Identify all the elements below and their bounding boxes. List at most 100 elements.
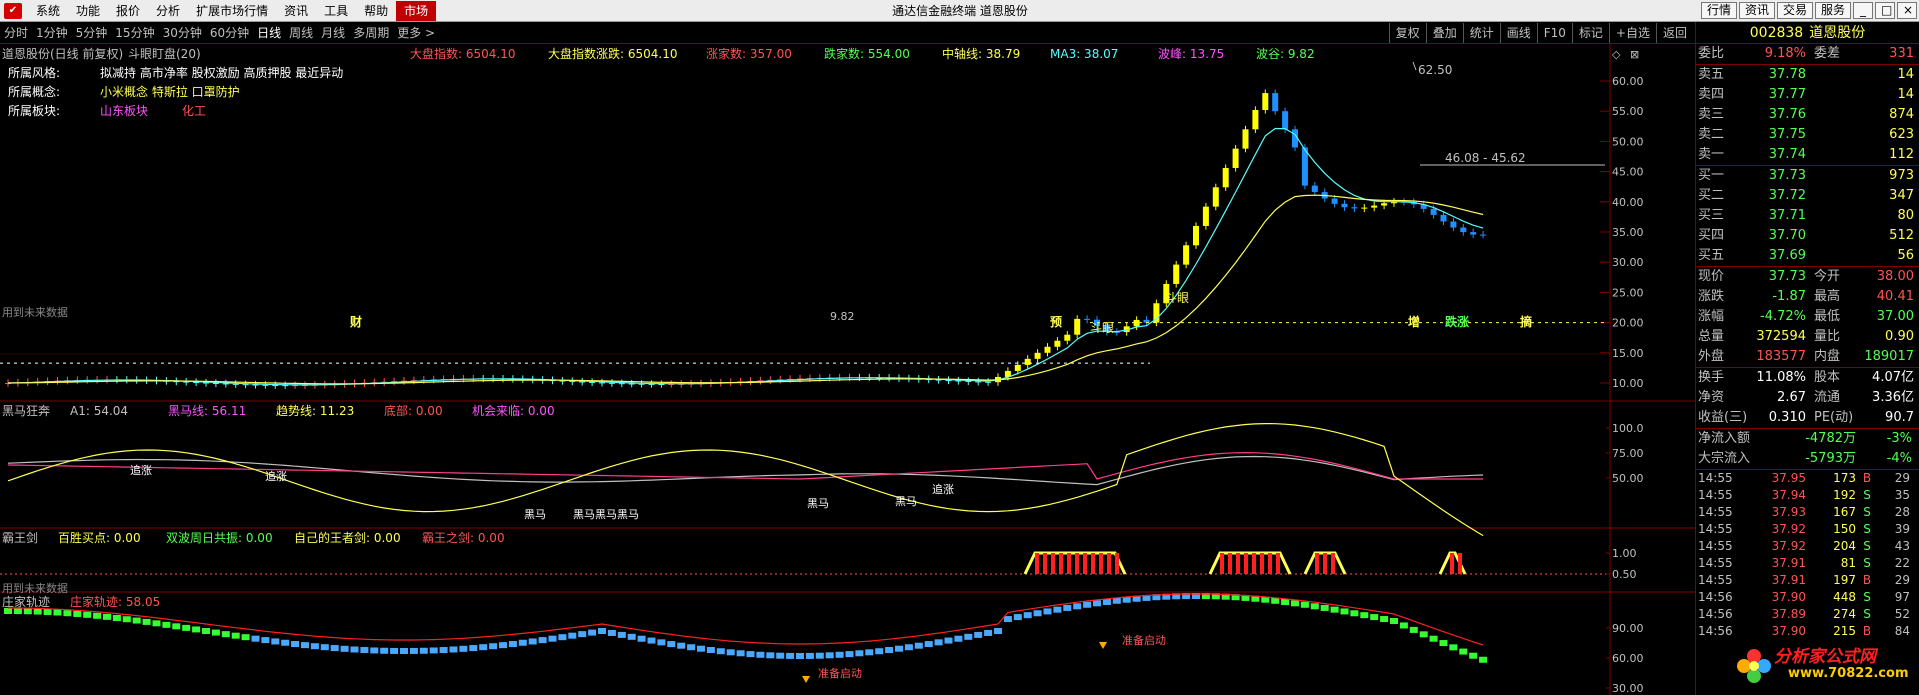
quote-button[interactable]: 行情 — [1700, 2, 1737, 19]
sword-bar — [1107, 553, 1111, 574]
tool-back[interactable]: 返回 — [1655, 23, 1693, 43]
candle-body — [1480, 234, 1487, 236]
menu-item-function[interactable]: 功能 — [68, 2, 108, 19]
event-cai[interactable]: 财 — [349, 314, 362, 329]
service-button[interactable]: 服务 — [1814, 2, 1851, 19]
period-weekly[interactable]: 周线 — [285, 24, 317, 41]
news-button[interactable]: 资讯 — [1738, 2, 1775, 19]
indicator-main-ind-0: 大盘指数: 6504.10 — [410, 46, 515, 61]
y-axis-label: 25.00 — [1612, 286, 1644, 299]
period-1min[interactable]: 1分钟 — [32, 24, 72, 41]
menu-item-system[interactable]: 系统 — [28, 2, 68, 19]
tool-fuquan[interactable]: 复权 — [1388, 23, 1426, 43]
candle-body — [1331, 198, 1338, 204]
period-15min[interactable]: 15分钟 — [111, 24, 158, 41]
period-fenshi[interactable]: 分时 — [0, 24, 32, 41]
track-block — [380, 647, 389, 654]
menu-item-ext-market[interactable]: 扩展市场行情 — [188, 2, 276, 19]
period-5min[interactable]: 5分钟 — [72, 24, 112, 41]
event-diezhang[interactable]: 跌涨 — [1445, 314, 1469, 329]
event-zhai[interactable]: 摘 — [1520, 314, 1532, 329]
period-60min[interactable]: 60分钟 — [206, 24, 253, 41]
track-block — [726, 649, 735, 656]
trend-line — [7, 422, 1484, 537]
track-block — [23, 608, 32, 615]
menu-item-quote[interactable]: 报价 — [108, 2, 148, 19]
tick-row[interactable]: 14:55 37.92 204 S 43 — [1696, 538, 1919, 555]
tool-add-watchlist[interactable]: +自选 — [1608, 23, 1656, 43]
tick-row[interactable]: 14:56 37.90 448 S 97 — [1696, 589, 1919, 606]
track-block — [885, 647, 894, 654]
maximize-icon[interactable]: □ — [1875, 2, 1895, 19]
style-value: 拟减持 高市净率 股权激励 高质押股 最近异动 — [100, 65, 343, 80]
stat-row: 总量 372594 量比 0.90 — [1698, 329, 1914, 344]
panel3-title[interactable]: 霸王剑 — [2, 530, 38, 545]
period-30min[interactable]: 30分钟 — [159, 24, 206, 41]
kline-chart-area[interactable]: 道恩股份(日线 前复权) 斗眼盯盘(20) 大盘指数: 6504.10 大盘指数涨… — [0, 44, 1695, 695]
tool-stats[interactable]: 统计 — [1462, 23, 1500, 43]
tick-row[interactable]: 14:56 37.89 274 S 52 — [1696, 606, 1919, 623]
minimize-icon[interactable]: _ — [1853, 2, 1873, 19]
track-block — [142, 618, 151, 625]
tick-row[interactable]: 14:55 37.95 173 B 29 — [1696, 470, 1919, 487]
event-zeng[interactable]: 增 — [1408, 314, 1420, 329]
candle-body — [1371, 205, 1378, 208]
track-block — [835, 651, 844, 658]
menu-item-market[interactable]: 市场 — [396, 0, 437, 21]
panel4-title[interactable]: 庄家轨迹 — [2, 594, 50, 609]
candle-body — [1381, 203, 1388, 206]
sell-level-row: 卖二 37.75 623 — [1698, 127, 1914, 142]
y-axis-label: 60.00 — [1612, 75, 1644, 88]
tick-list[interactable]: 14:55 37.95 173 B 29 14:55 37.94 192 S 35 14:55 37.… — [1696, 470, 1919, 640]
sell-level-row: 卖一 37.74 112 — [1698, 147, 1914, 162]
candle-body — [1044, 346, 1051, 353]
y-axis-label: 10.00 — [1612, 377, 1644, 390]
track-block — [1083, 601, 1092, 608]
tool-f10[interactable]: F10 — [1536, 23, 1572, 43]
tick-row[interactable]: 14:55 37.93 167 S 28 — [1696, 504, 1919, 521]
tick-row[interactable]: 14:55 37.91 197 B 29 — [1696, 572, 1919, 589]
panel2-title[interactable]: 黑马狂奔 — [2, 404, 50, 418]
tick-row[interactable]: 14:55 37.94 192 S 35 — [1696, 487, 1919, 504]
tool-overlay[interactable]: 叠加 — [1425, 23, 1463, 43]
y-axis-label: 100.0 — [1612, 422, 1644, 435]
menu-item-news[interactable]: 资讯 — [276, 2, 316, 19]
panel4-indicator-values: 庄家轨迹: 58.05 — [70, 594, 160, 609]
menu-bar: ✔ 系统 功能 报价 分析 扩展市场行情 资讯 工具 帮助 市场 通达信金融终端… — [0, 0, 1919, 22]
panel-close-icon[interactable]: ⊠ — [1630, 48, 1639, 61]
close-icon[interactable]: × — [1897, 2, 1917, 19]
menu-item-analysis[interactable]: 分析 — [148, 2, 188, 19]
chart-indicator-name[interactable]: 斗眼盯盘(20) — [128, 46, 201, 61]
concept-value: 小米概念 特斯拉 口罩防护 — [100, 84, 240, 99]
track-block — [390, 647, 399, 654]
panel2-indicator-values: A1: 54.04 黑马线: 56.11 趋势线: 11.23 底部: 0.00 机会来… — [70, 403, 555, 418]
tick-row[interactable]: 14:56 37.90 215 B 84 — [1696, 623, 1919, 640]
tick-row[interactable]: 14:55 37.91 81 S 22 — [1696, 555, 1919, 572]
track-block — [340, 645, 349, 652]
period-multi[interactable]: 多周期 — [349, 24, 393, 41]
style-label: 所属风格: — [8, 65, 60, 80]
trade-button[interactable]: 交易 — [1776, 2, 1813, 19]
period-more[interactable]: 更多 > — [393, 24, 439, 41]
candle-body — [1193, 225, 1199, 246]
period-daily[interactable]: 日线 — [253, 24, 285, 41]
sword-bar — [1260, 553, 1264, 574]
zoom-icon[interactable]: ◇ — [1612, 48, 1621, 61]
track-block — [53, 609, 62, 616]
indicator-main-ind-3: 跌家数: 554.00 — [824, 46, 910, 61]
event-yu[interactable]: 预 — [1050, 315, 1062, 329]
tool-mark[interactable]: 标记 — [1571, 23, 1609, 43]
stat-row: 现价 37.73 今开 38.00 — [1698, 269, 1914, 284]
low-price-label: 9.82 — [830, 310, 855, 323]
period-monthly[interactable]: 月线 — [317, 24, 349, 41]
track-block — [1380, 616, 1389, 623]
track-block — [1479, 656, 1488, 663]
indicator-p2-ind-0: A1: 54.04 — [70, 404, 128, 418]
tick-row[interactable]: 14:55 37.92 150 S 39 — [1696, 521, 1919, 538]
track-block — [429, 647, 438, 654]
tool-draw[interactable]: 画线 — [1499, 23, 1537, 43]
menu-item-help[interactable]: 帮助 — [356, 2, 396, 19]
weicha-label: 委差 — [1814, 46, 1841, 61]
menu-item-tools[interactable]: 工具 — [316, 2, 356, 19]
indicator-p2-ind-2: 趋势线: 11.23 — [276, 404, 354, 418]
